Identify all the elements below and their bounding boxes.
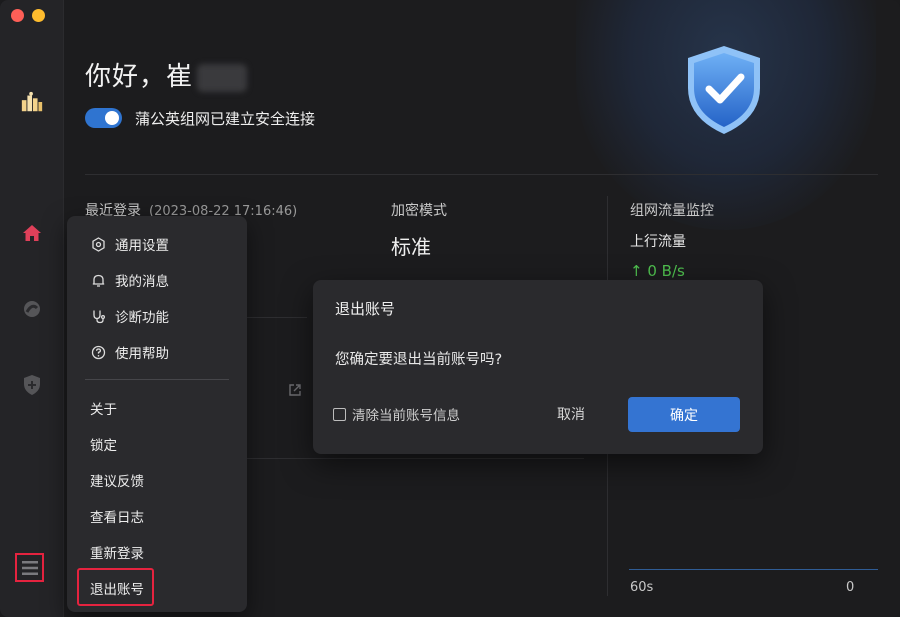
menu-item-lock[interactable]: 锁定: [67, 428, 247, 460]
traffic-label: 组网流量监控: [630, 203, 714, 219]
menu-item-label: 我的消息: [115, 274, 169, 290]
minimize-window-button[interactable]: [32, 9, 45, 22]
network-icon[interactable]: [20, 297, 44, 321]
connection-toggle[interactable]: [85, 108, 122, 128]
section-divider: [247, 317, 307, 318]
menu-item-label: 通用设置: [115, 238, 169, 254]
checkbox-label: 清除当前账号信息: [352, 408, 460, 424]
menu-item-label: 关于: [90, 402, 117, 418]
bell-icon: [90, 272, 106, 288]
shield-plus-icon[interactable]: [20, 373, 44, 397]
upload-label: 上行流量: [630, 234, 686, 250]
menu-item-messages[interactable]: 我的消息: [67, 264, 247, 296]
redacted-name: [197, 63, 248, 92]
cancel-button[interactable]: 取消: [545, 397, 597, 431]
stethoscope-icon: [90, 308, 106, 324]
upload-speed: ↑ 0 B/s: [630, 262, 685, 280]
external-link-icon[interactable]: [288, 382, 302, 396]
menu-item-diagnostics[interactable]: 诊断功能: [67, 300, 247, 332]
menu-item-label: 使用帮助: [115, 346, 169, 362]
menu-item-about[interactable]: 关于: [67, 392, 247, 424]
menu-item-view-logs[interactable]: 查看日志: [67, 500, 247, 532]
clear-account-checkbox[interactable]: 清除当前账号信息: [333, 404, 460, 424]
axis-right-label: 0: [846, 580, 855, 595]
logout-dialog: 退出账号 您确定要退出当前账号吗? 清除当前账号信息 取消 确定: [313, 280, 763, 454]
connection-status: 蒲公英组网已建立安全连接: [135, 110, 316, 128]
menu-icon: [21, 560, 38, 575]
menu-item-label: 诊断功能: [115, 310, 169, 326]
app-window: 你好，崔 蒲公英组网已建立安全连接 最近登录 (2023-08-22 17:16:…: [0, 0, 900, 617]
close-window-button[interactable]: [11, 9, 24, 22]
encryption-label: 加密模式: [391, 203, 447, 219]
menu-separator: [85, 379, 229, 380]
axis-left-label: 60s: [630, 580, 654, 595]
menu-item-label: 锁定: [90, 438, 117, 454]
confirm-button[interactable]: 确定: [628, 397, 740, 432]
checkbox-box[interactable]: [333, 407, 346, 421]
menu-item-relogin[interactable]: 重新登录: [67, 536, 247, 568]
traffic-graph-line: [629, 569, 878, 570]
menu-button[interactable]: [15, 553, 44, 582]
menu-item-help[interactable]: 使用帮助: [67, 336, 247, 368]
sidebar: [0, 0, 64, 617]
dialog-message: 您确定要退出当前账号吗?: [335, 352, 503, 368]
encryption-value: 标准: [391, 235, 431, 259]
security-shield-icon: [684, 44, 764, 140]
settings-icon: [90, 236, 106, 252]
menu-item-label: 建议反馈: [90, 474, 144, 490]
logout-highlight: [77, 568, 154, 606]
dialog-title: 退出账号: [335, 300, 396, 318]
menu-item-label: 重新登录: [90, 546, 144, 562]
home-icon[interactable]: [20, 221, 44, 245]
menu-item-label: 查看日志: [90, 510, 144, 526]
menu-item-general-settings[interactable]: 通用设置: [67, 228, 247, 260]
header-divider: [85, 174, 878, 175]
menu-item-feedback[interactable]: 建议反馈: [67, 464, 247, 496]
settings-menu: 通用设置 我的消息 诊断功能 使用帮助 关于 锁定 建议反馈 查看日志 重新登录…: [67, 216, 247, 612]
section-divider: [247, 458, 584, 459]
logo-icon: [20, 90, 44, 114]
help-icon: [90, 344, 106, 360]
greeting-text: 你好，崔: [85, 56, 248, 93]
